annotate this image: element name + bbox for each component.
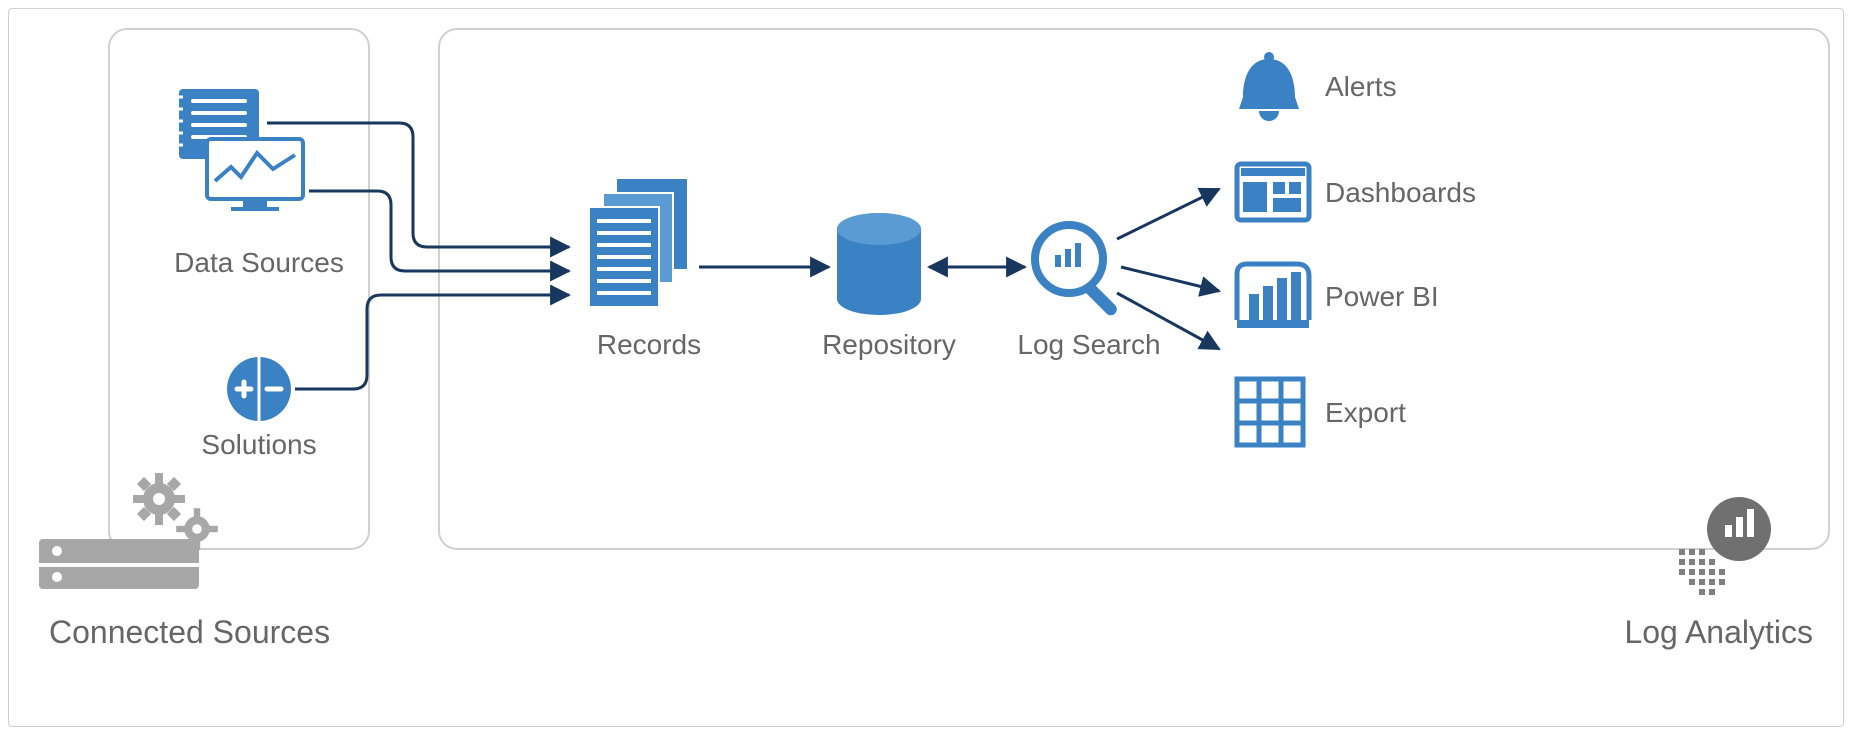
repository-label: Repository xyxy=(799,329,979,361)
dashboards-icon xyxy=(1237,164,1309,220)
connected-sources-label: Connected Sources xyxy=(49,614,330,651)
solutions-label: Solutions xyxy=(179,429,339,461)
solutions-icon xyxy=(227,357,291,421)
data-sources-label: Data Sources xyxy=(159,247,359,279)
export-label: Export xyxy=(1325,397,1406,429)
records-label: Records xyxy=(569,329,729,361)
data-sources-icon xyxy=(175,89,303,211)
repository-icon xyxy=(837,213,921,315)
dashboards-label: Dashboards xyxy=(1325,177,1476,209)
power-bi-label: Power BI xyxy=(1325,281,1439,313)
alerts-icon xyxy=(1239,52,1299,121)
alerts-label: Alerts xyxy=(1325,71,1397,103)
log-search-label: Log Search xyxy=(999,329,1179,361)
export-icon xyxy=(1237,379,1303,445)
log-analytics-badge-icon xyxy=(1679,497,1771,595)
power-bi-icon xyxy=(1237,264,1309,328)
log-search-icon xyxy=(1035,225,1119,318)
log-analytics-label: Log Analytics xyxy=(1624,614,1813,651)
records-icon xyxy=(589,179,687,307)
diagram-frame: Data Sources Solutions Records Repositor… xyxy=(8,8,1844,727)
connected-sources-server-icon xyxy=(39,473,218,589)
